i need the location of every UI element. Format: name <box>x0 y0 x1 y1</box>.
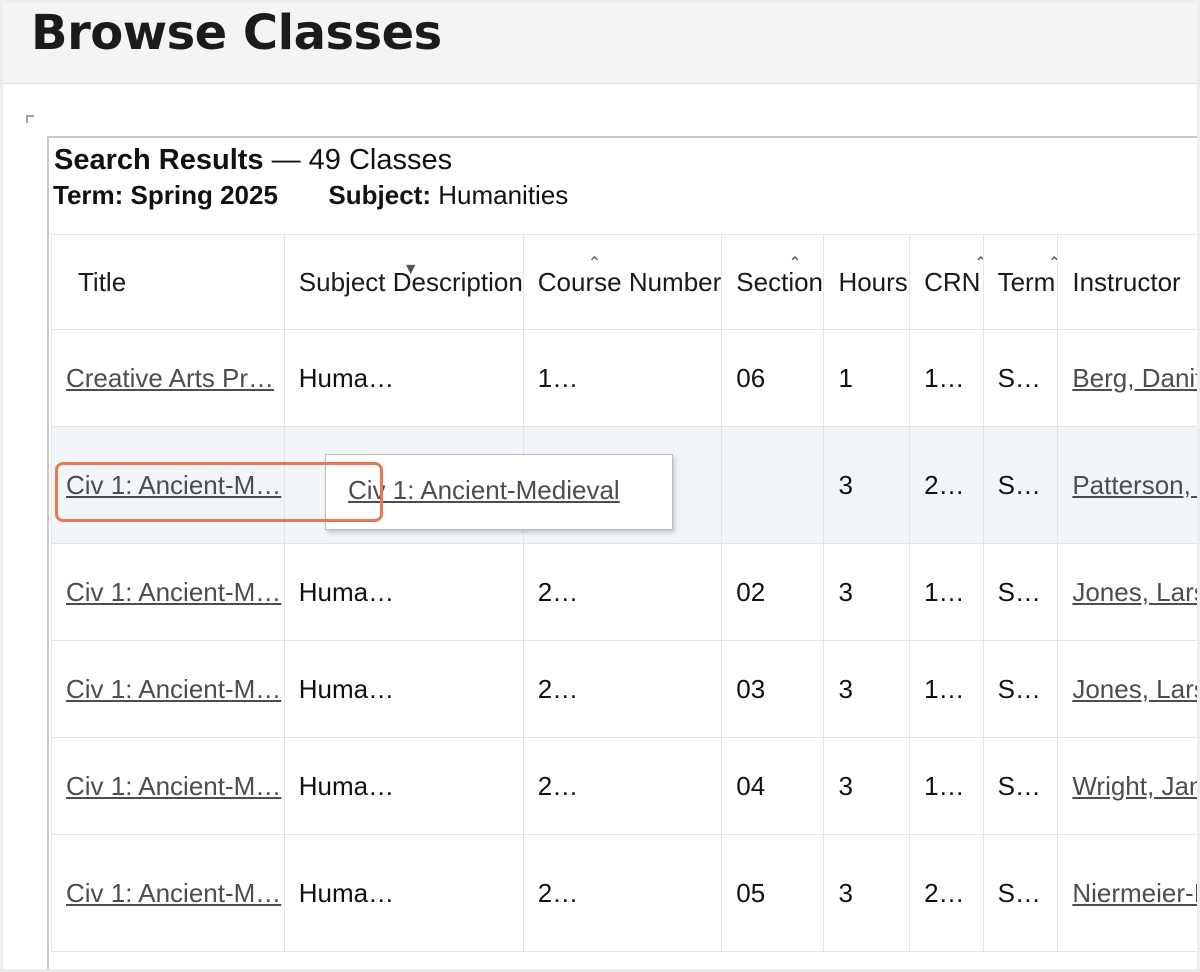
hours-cell: 3 <box>823 640 911 738</box>
crn-cell: 1… <box>909 329 984 427</box>
term-value: Spring 2025 <box>130 180 278 210</box>
crn-cell: 1… <box>909 543 984 641</box>
subject-cell: Huma… <box>283 737 524 835</box>
term-cell: S… <box>982 543 1059 641</box>
tooltip-text: Civ 1: Ancient-Medieval <box>348 475 620 505</box>
class-title-link[interactable]: Civ 1: Ancient-M… <box>66 577 281 607</box>
course-cell: 1… <box>522 329 723 427</box>
column-header-term[interactable]: Term⌃ <box>982 234 1059 330</box>
subject-label: Subject: <box>328 180 431 210</box>
subject-value: Humanities <box>438 180 569 210</box>
sort-arrows-icon[interactable]: ⌃ <box>1048 256 1057 272</box>
column-header-section[interactable]: Section ⌃ <box>721 234 825 330</box>
term-cell: S… <box>982 640 1059 738</box>
column-header-crn[interactable]: CRN⌃ <box>909 234 984 330</box>
results-heading: Search Results — 49 Classes <box>54 144 452 177</box>
section-cell <box>721 426 825 544</box>
section-cell: 02 <box>721 543 825 641</box>
column-header-title[interactable]: Title⌃⌄ <box>51 234 285 330</box>
subject-cell: Huma… <box>283 834 524 952</box>
crn-cell: 1… <box>909 737 984 835</box>
hours-cell: 3 <box>823 834 911 952</box>
table-row: Civ 1: Ancient-M… Huma… 2… 03 3 1… S… Jo… <box>51 640 1197 738</box>
crn-cell: 2… <box>909 426 984 544</box>
term-cell: S… <box>982 329 1059 427</box>
corner-bracket-icon <box>26 115 34 123</box>
subject-cell: Huma… <box>283 640 524 738</box>
class-title-link[interactable]: Civ 1: Ancient-M… <box>66 878 281 908</box>
crn-cell: 2… <box>909 834 984 952</box>
column-header-hours[interactable]: Hours <box>823 234 911 330</box>
term-cell: S… <box>982 737 1059 835</box>
course-cell: 2… <box>522 640 723 738</box>
instructor-link[interactable]: Jones, Lars <box>1072 674 1197 704</box>
class-title-link[interactable]: Civ 1: Ancient-M… <box>66 771 281 801</box>
instructor-link[interactable]: Wright, Jan <box>1072 771 1197 801</box>
section-cell: 04 <box>721 737 825 835</box>
sort-arrows-icon[interactable]: ⌃ <box>974 256 982 272</box>
subject-cell: Huma… <box>283 329 524 427</box>
subject-cell: Huma… <box>283 543 524 641</box>
focus-highlight-ring <box>55 462 383 522</box>
results-meta: Term: Spring 2025 Subject: Humanities <box>53 180 568 211</box>
instructor-link[interactable]: Jones, Lars <box>1072 577 1197 607</box>
table-row: Civ 1: Ancient-M… Huma… 2… 04 3 1… S… Wr… <box>51 737 1197 835</box>
app-frame: Browse Classes Search Results — 49 Class… <box>3 3 1197 969</box>
results-count: — 49 Classes <box>271 144 453 176</box>
term-cell: S… <box>982 834 1059 952</box>
page-header: Browse Classes <box>3 3 1197 84</box>
hours-cell: 3 <box>823 426 911 544</box>
column-header-instructor[interactable]: Instructor <box>1057 234 1197 330</box>
table-row: Civ 1: Ancient-M… Huma… 2… 05 3 2… S… Ni… <box>51 834 1197 952</box>
term-label: Term: <box>53 180 124 210</box>
instructor-link[interactable]: Niermeier-I <box>1072 878 1197 908</box>
course-cell: 2… <box>522 737 723 835</box>
section-cell: 05 <box>721 834 825 952</box>
table-row: Creative Arts Pr… Huma… 1… 06 1 1… S… Be… <box>51 329 1197 427</box>
hours-cell: 3 <box>823 737 911 835</box>
term-cell: S… <box>982 426 1059 544</box>
sort-arrows-icon[interactable]: ⌃ <box>588 256 601 272</box>
hours-cell: 3 <box>823 543 911 641</box>
section-cell: 03 <box>721 640 825 738</box>
results-table: Title⌃⌄ Subject Description▼ Course Numb… <box>51 234 1197 952</box>
sort-arrows-icon[interactable]: ⌃ <box>788 256 801 272</box>
results-heading-label: Search Results <box>54 144 264 176</box>
table-header-row: Title⌃⌄ Subject Description▼ Course Numb… <box>51 234 1197 330</box>
course-cell: 2… <box>522 834 723 952</box>
crn-cell: 1… <box>909 640 984 738</box>
course-cell: 2… <box>522 543 723 641</box>
column-header-subject[interactable]: Subject Description ▼ <box>283 234 524 330</box>
table-row: Civ 1: Ancient-M… Huma… 2… 02 3 1… S… Jo… <box>51 543 1197 641</box>
section-cell: 06 <box>721 329 825 427</box>
instructor-link[interactable]: Patterson, ( <box>1072 470 1197 500</box>
column-header-course[interactable]: Course Number ⌃ <box>522 234 723 330</box>
search-results-panel: Search Results — 49 Classes Term: Spring… <box>47 136 1197 969</box>
instructor-link[interactable]: Berg, Danit <box>1072 363 1197 393</box>
class-title-link[interactable]: Creative Arts Pr… <box>66 363 274 393</box>
page-title: Browse Classes <box>31 5 442 61</box>
sort-arrows-icon[interactable]: ▼ <box>403 262 419 278</box>
hours-cell: 1 <box>823 329 911 427</box>
class-title-link[interactable]: Civ 1: Ancient-M… <box>66 674 281 704</box>
